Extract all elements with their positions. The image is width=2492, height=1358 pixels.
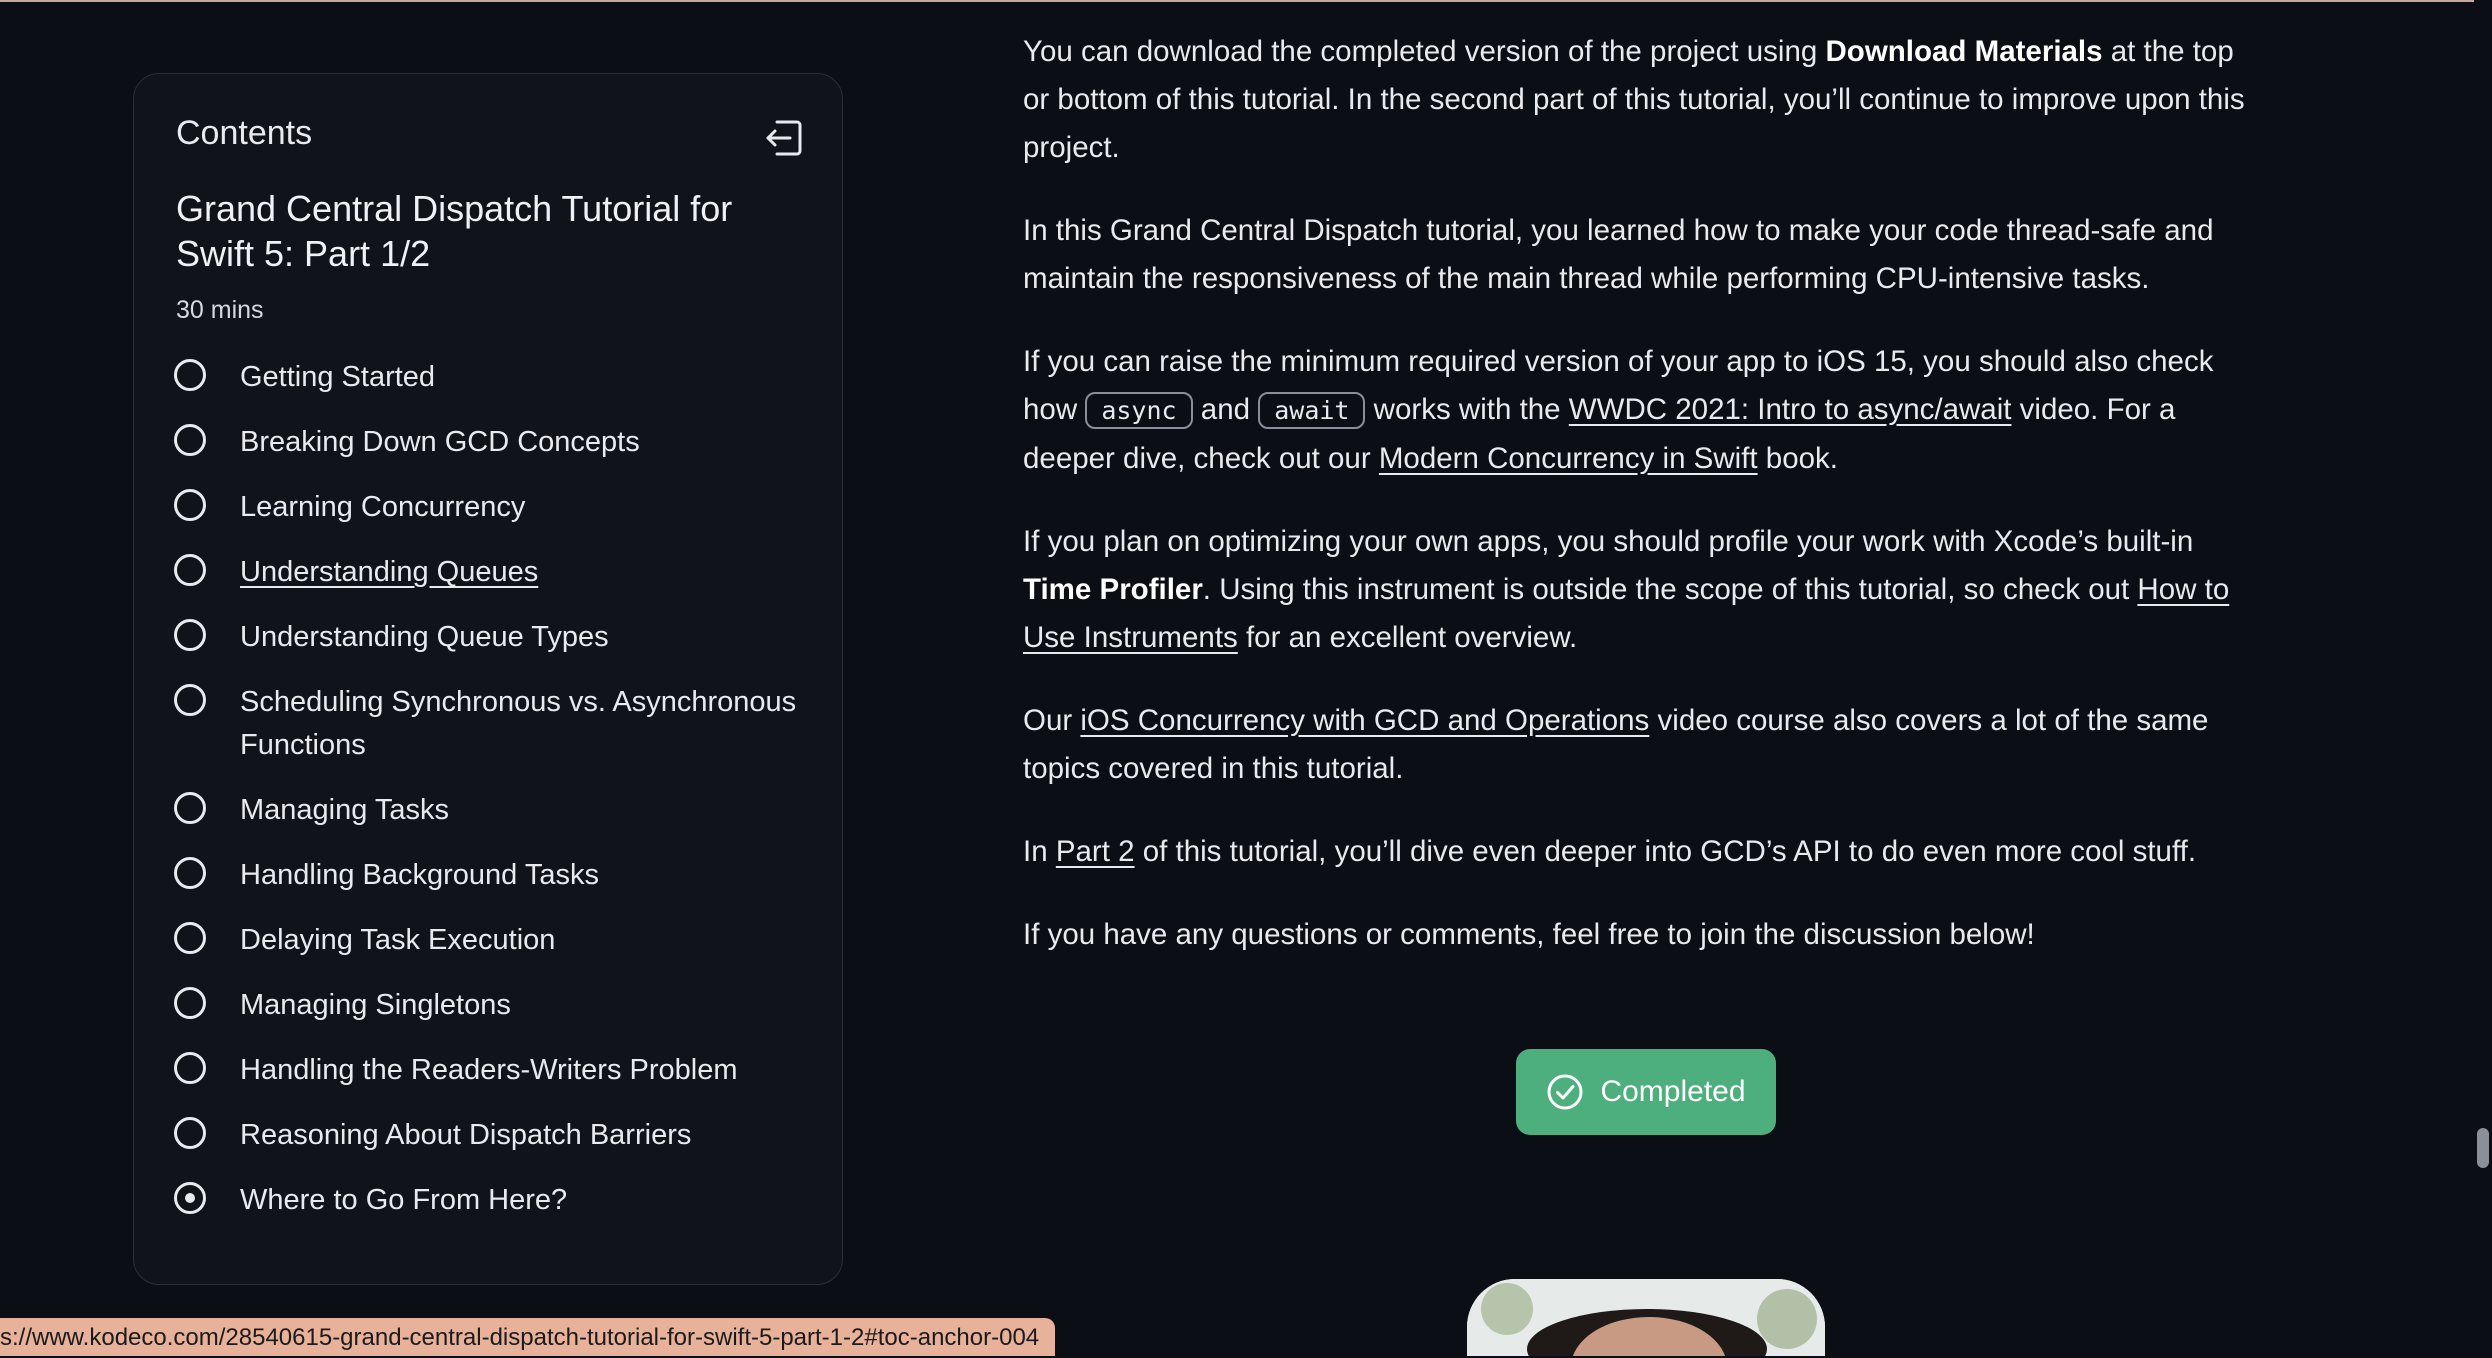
incomplete-circle-icon bbox=[174, 489, 206, 521]
completed-button[interactable]: Completed bbox=[1516, 1049, 1776, 1135]
code-await: await bbox=[1258, 392, 1366, 429]
completed-label: Completed bbox=[1600, 1075, 1746, 1108]
contents-sidebar: Contents Grand Central Dispatch Tutorial… bbox=[133, 73, 843, 1285]
modern-concurrency-link[interactable]: Modern Concurrency in Swift bbox=[1379, 442, 1758, 475]
check-circle-icon bbox=[1547, 1074, 1583, 1110]
author-photo bbox=[1467, 1279, 1825, 1356]
toc-item-breaking-down-gcd[interactable]: Breaking Down GCD Concepts bbox=[174, 421, 814, 464]
toc-item-dispatch-barriers[interactable]: Reasoning About Dispatch Barriers bbox=[174, 1114, 814, 1157]
scrollbar[interactable] bbox=[2474, 0, 2492, 1356]
code-async: async bbox=[1085, 392, 1193, 429]
toc-item-managing-singletons[interactable]: Managing Singletons bbox=[174, 984, 814, 1027]
status-bar-url: s://www.kodeco.com/28540615-grand-centra… bbox=[0, 1318, 1056, 1356]
top-divider bbox=[0, 0, 2492, 2]
incomplete-circle-icon bbox=[174, 619, 206, 651]
table-of-contents: Getting Started Breaking Down GCD Concep… bbox=[174, 356, 814, 1244]
part-2-link[interactable]: Part 2 bbox=[1056, 835, 1135, 868]
toc-item-scheduling-functions[interactable]: Scheduling Synchronous vs. Asynchronous … bbox=[174, 681, 814, 767]
incomplete-circle-icon bbox=[174, 922, 206, 954]
toc-item-readers-writers[interactable]: Handling the Readers-Writers Problem bbox=[174, 1049, 814, 1092]
current-section-circle-icon bbox=[174, 1182, 206, 1214]
toc-item-where-to-go[interactable]: Where to Go From Here? bbox=[174, 1179, 814, 1222]
article-content: You can download the completed version o… bbox=[1023, 28, 2263, 994]
paragraph-profiling: If you plan on optimizing your own apps,… bbox=[1023, 525, 2230, 654]
paragraph-part-2: In Part 2 of this tutorial, you’ll dive … bbox=[1023, 835, 2197, 868]
toc-item-queue-types[interactable]: Understanding Queue Types bbox=[174, 616, 814, 659]
toc-item-getting-started[interactable]: Getting Started bbox=[174, 356, 814, 399]
incomplete-circle-icon bbox=[174, 1117, 206, 1149]
toc-item-learning-concurrency[interactable]: Learning Concurrency bbox=[174, 486, 814, 529]
video-course-link[interactable]: iOS Concurrency with GCD and Operations bbox=[1080, 704, 1649, 737]
paragraph-async-await: If you can raise the minimum required ve… bbox=[1023, 345, 2214, 475]
toc-item-managing-tasks[interactable]: Managing Tasks bbox=[174, 789, 814, 832]
time-profiler-emphasis: Time Profiler bbox=[1023, 573, 1203, 606]
toc-item-background-tasks[interactable]: Handling Background Tasks bbox=[174, 854, 814, 897]
incomplete-circle-icon bbox=[174, 792, 206, 824]
incomplete-circle-icon bbox=[174, 987, 206, 1019]
incomplete-circle-icon bbox=[174, 1052, 206, 1084]
paragraph-download: You can download the completed version o… bbox=[1023, 35, 2245, 164]
wwdc-link[interactable]: WWDC 2021: Intro to async/await bbox=[1569, 393, 2012, 426]
tutorial-title: Grand Central Dispatch Tutorial for Swif… bbox=[176, 188, 733, 274]
incomplete-circle-icon bbox=[174, 857, 206, 889]
incomplete-circle-icon bbox=[174, 554, 206, 586]
collapse-sidebar-button[interactable] bbox=[760, 114, 808, 162]
toc-item-delaying-execution[interactable]: Delaying Task Execution bbox=[174, 919, 814, 962]
toc-item-understanding-queues[interactable]: Understanding Queues bbox=[174, 551, 814, 594]
incomplete-circle-icon bbox=[174, 424, 206, 456]
paragraph-discussion: If you have any questions or comments, f… bbox=[1023, 918, 2035, 951]
download-materials-emphasis: Download Materials bbox=[1825, 35, 2103, 68]
author-avatar bbox=[1467, 1279, 1825, 1356]
paragraph-summary: In this Grand Central Dispatch tutorial,… bbox=[1023, 214, 2214, 295]
contents-heading: Contents bbox=[176, 114, 313, 152]
incomplete-circle-icon bbox=[174, 684, 206, 716]
paragraph-video-course: Our iOS Concurrency with GCD and Operati… bbox=[1023, 704, 2209, 785]
tutorial-duration: 30 mins bbox=[176, 296, 264, 324]
incomplete-circle-icon bbox=[174, 359, 206, 391]
scrollbar-thumb[interactable] bbox=[2477, 1128, 2489, 1168]
collapse-left-icon bbox=[766, 120, 802, 156]
